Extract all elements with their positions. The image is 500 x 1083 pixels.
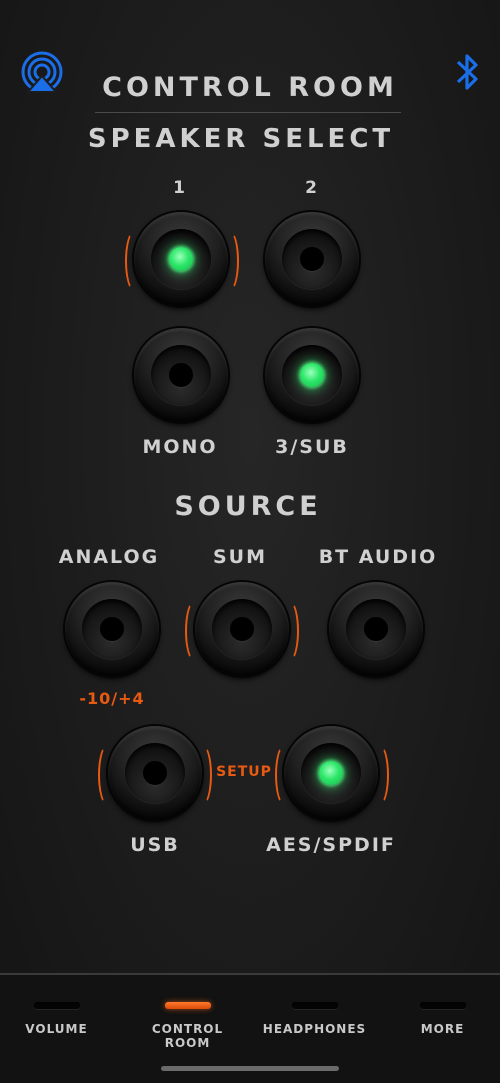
home-indicator[interactable] [161, 1066, 339, 1071]
setup-button[interactable]: SETUP [204, 764, 284, 780]
speaker-3-sub-button[interactable] [265, 328, 359, 422]
led-indicator-off [230, 617, 254, 641]
led-indicator-off [169, 363, 193, 387]
sum-label: SUM [212, 546, 268, 568]
speaker-3-sub-label: 3/SUB [275, 436, 349, 458]
speaker-2-button[interactable] [265, 212, 359, 306]
title-divider [95, 112, 401, 113]
bt-audio-label: BT AUDIO [318, 546, 438, 568]
usb-button[interactable] [108, 726, 202, 820]
sum-button[interactable] [195, 582, 289, 676]
aes-spdif-button[interactable] [284, 726, 378, 820]
mono-button[interactable] [134, 328, 228, 422]
speaker-2-label: 2 [305, 178, 319, 198]
led-indicator-on [300, 363, 324, 387]
led-indicator-on [319, 761, 343, 785]
tab-label: VOLUME [25, 1022, 88, 1036]
usb-label: USB [130, 834, 180, 856]
tab-label: MORE [420, 1022, 465, 1036]
source-heading: SOURCE [174, 491, 322, 522]
tab-control-room[interactable]: CONTROL ROOM [125, 975, 250, 1065]
led-indicator-on [169, 247, 193, 271]
led-indicator-off [143, 761, 167, 785]
tab-volume[interactable]: VOLUME [0, 975, 119, 1065]
analog-level-toggle[interactable]: -10/+4 [62, 689, 162, 708]
page-title: CONTROL ROOM [102, 72, 398, 103]
led-indicator-off [364, 617, 388, 641]
speaker-1-label: 1 [173, 178, 187, 198]
speaker-select-heading: SPEAKER SELECT [87, 124, 395, 154]
tab-label: CONTROL ROOM [151, 1022, 224, 1050]
control-room-screen: CONTROL ROOM SPEAKER SELECT 1 2 MONO 3/S… [0, 0, 500, 1083]
bt-audio-button[interactable] [329, 582, 423, 676]
analog-button[interactable] [65, 582, 159, 676]
tab-indicator [291, 1002, 338, 1009]
led-indicator-off [100, 617, 124, 641]
speaker-1-button[interactable] [134, 212, 228, 306]
tab-indicator [419, 1002, 466, 1009]
led-indicator-off [300, 247, 324, 271]
analog-label: ANALOG [58, 546, 160, 568]
mono-label: MONO [142, 436, 218, 458]
aes-spdif-label: AES/SPDIF [266, 834, 396, 856]
tab-more[interactable]: MORE [380, 975, 500, 1065]
tab-indicator-active [164, 1002, 211, 1009]
tab-headphones[interactable]: HEADPHONES [252, 975, 377, 1065]
tab-indicator [33, 1002, 80, 1009]
tab-label: HEADPHONES [262, 1022, 367, 1036]
